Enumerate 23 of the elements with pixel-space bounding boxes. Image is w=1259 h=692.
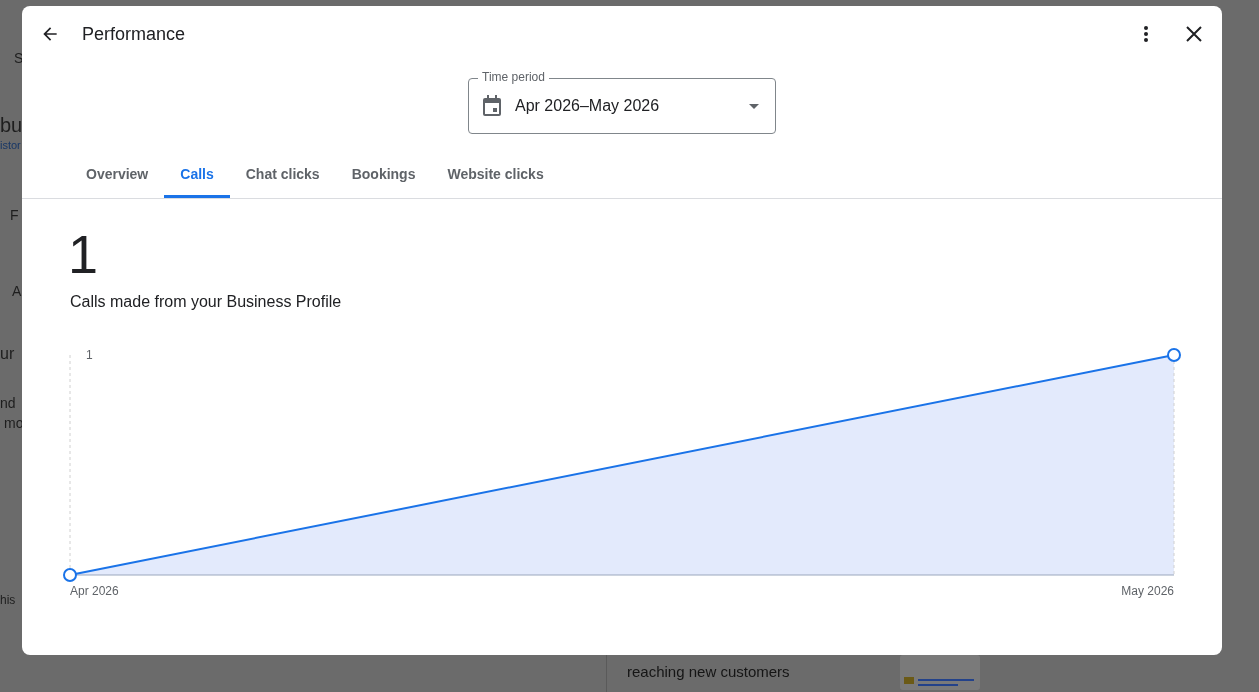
tab[interactable]: Bookings — [335, 150, 432, 198]
dropdown-caret-icon — [749, 103, 759, 109]
y-tick-label: 1 — [86, 348, 93, 362]
background-text: nd — [0, 395, 16, 411]
x-tick-label: May 2026 — [1121, 584, 1174, 598]
background-text: his — [0, 593, 16, 607]
background-text: F — [10, 207, 19, 223]
promo-text: reaching new customers — [627, 663, 790, 680]
background-text: S — [14, 50, 22, 66]
background-heading: bu — [0, 114, 22, 137]
dialog-title: Performance — [82, 23, 186, 45]
background-text: A — [12, 283, 22, 299]
chart-caption: Calls made from your Business Profile — [70, 293, 343, 311]
tab[interactable]: Overview — [70, 150, 165, 198]
tab[interactable]: Calls — [164, 150, 230, 198]
background-text: mo — [4, 415, 22, 431]
tab[interactable]: Chat clicks — [229, 150, 336, 198]
tab[interactable]: Website clicks — [431, 150, 560, 198]
x-tick-label: Apr 2026 — [70, 584, 119, 598]
background-heading: ur — [0, 345, 15, 363]
calendar-icon — [482, 95, 502, 117]
field-label: Time period — [478, 70, 549, 84]
total-count: 1 — [68, 223, 100, 285]
